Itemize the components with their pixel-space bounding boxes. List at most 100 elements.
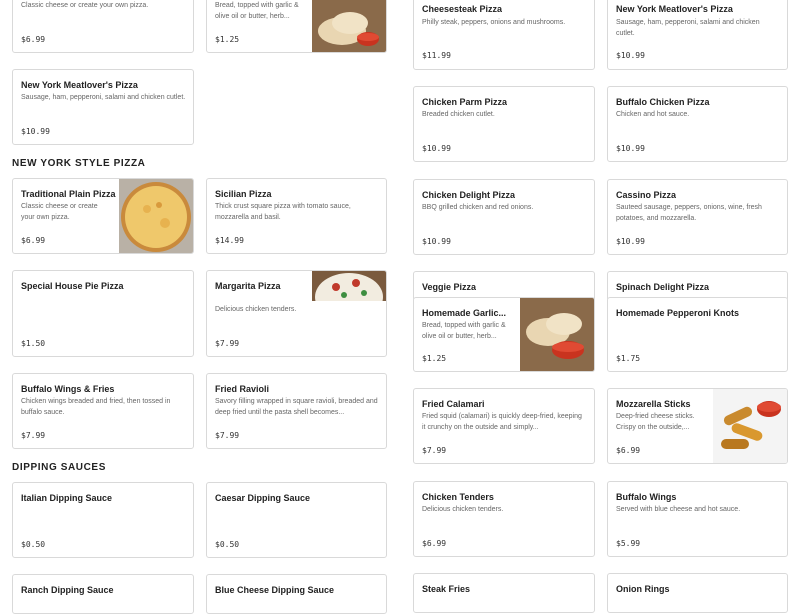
menu-card-garlic-knots[interactable]: Bread, topped with garlic & olive oil or… — [206, 0, 387, 53]
item-name: Veggie Pizza — [422, 282, 477, 292]
item-name: Chicken Parm Pizza — [422, 97, 508, 107]
item-description: Classic cheese or create your own pizza. — [21, 203, 98, 221]
item-description: Bread, topped with garlic & olive oil or… — [422, 322, 506, 340]
menu-card-mozzarella-sticks[interactable]: Mozzarella Sticks Deep-fried cheese stic… — [607, 388, 788, 464]
item-name: Traditional Plain Pizza — [21, 189, 116, 199]
item-name: Chicken Tenders — [422, 492, 494, 502]
item-name: Mozzarella Sticks — [616, 399, 691, 409]
menu-card-onion-rings[interactable]: Onion Rings — [607, 573, 788, 613]
item-name: New York Meatlover's Pizza — [21, 80, 138, 90]
margarita-pizza-photo — [312, 271, 386, 301]
menu-card-new-york-meatlovers-pizza[interactable]: New York Meatlover's Pizza Sausage, ham,… — [12, 69, 194, 145]
item-price: $10.99 — [616, 237, 645, 246]
item-description: Delicious chicken tenders. — [215, 306, 297, 313]
item-name: Buffalo Chicken Pizza — [616, 97, 710, 107]
item-price: $7.99 — [422, 446, 447, 455]
menu-card-chicken-parm-pizza[interactable]: Chicken Parm Pizza Breaded chicken cutle… — [413, 86, 595, 162]
item-name: Ranch Dipping Sauce — [21, 585, 114, 595]
item-description: Classic cheese or create your own pizza. — [21, 2, 149, 9]
item-price: $6.99 — [21, 35, 46, 44]
item-name: Spinach Delight Pizza — [616, 282, 710, 292]
item-price: $0.50 — [21, 540, 46, 549]
item-name: Fried Calamari — [422, 399, 485, 409]
item-name: Caesar Dipping Sauce — [215, 493, 311, 503]
item-description: BBQ grilled chicken and red onions. — [422, 204, 534, 211]
menu-card-fried-ravioli[interactable]: Fried Ravioli Savory filling wrapped in … — [206, 373, 387, 449]
section-title-dipping-sauces: DIPPING SAUCES — [12, 462, 106, 473]
item-name: Sicilian Pizza — [215, 189, 272, 199]
menu-card-buffalo-wings-fries[interactable]: Buffalo Wings & Fries Chicken wings brea… — [12, 373, 194, 449]
item-price: $6.99 — [422, 539, 447, 548]
item-name: Onion Rings — [616, 584, 670, 594]
menu-card-ranch-dipping-sauce[interactable]: Ranch Dipping Sauce — [12, 574, 194, 614]
item-price: $11.99 — [422, 51, 451, 60]
item-description: Sausage, ham, pepperoni, salami and chic… — [21, 94, 186, 101]
item-name: New York Meatlover's Pizza — [616, 4, 733, 14]
menu-card-sicilian-pizza[interactable]: Sicilian Pizza Thick crust square pizza … — [206, 178, 387, 254]
item-description: Sausage, ham, pepperoni, salami and chic… — [616, 19, 760, 37]
menu-card-traditional-plain-pizza[interactable]: Traditional Plain Pizza Classic cheese o… — [12, 178, 194, 254]
garlic-knots-photo — [312, 0, 386, 52]
item-description: Thick crust square pizza with tomato sau… — [215, 203, 351, 221]
menu-card-homemade-pepperoni-knots[interactable]: Homemade Pepperoni Knots $1.75 — [607, 297, 788, 372]
item-price: $1.25 — [215, 35, 240, 44]
item-name: Homemade Garlic... — [422, 308, 507, 318]
item-name: Special House Pie Pizza — [21, 281, 124, 291]
item-price: $1.50 — [21, 339, 46, 348]
menu-card-fried-calamari[interactable]: Fried Calamari Fried squid (calamari) is… — [413, 388, 595, 464]
item-price: $6.99 — [616, 446, 641, 455]
item-price: $10.99 — [616, 144, 645, 153]
plain-pizza-photo — [119, 179, 193, 253]
item-name: Cassino Pizza — [616, 190, 677, 200]
item-price: $14.99 — [215, 236, 244, 245]
item-description: Served with blue cheese and hot sauce. — [616, 506, 741, 513]
item-price: $10.99 — [422, 237, 451, 246]
item-price: $10.99 — [616, 51, 645, 60]
menu-card-plain-pizza[interactable]: Classic cheese or create your own pizza.… — [12, 0, 194, 53]
garlic-knots-photo — [520, 298, 594, 371]
section-title-new-york-style: NEW YORK STYLE PIZZA — [12, 158, 146, 169]
item-name: Italian Dipping Sauce — [21, 493, 113, 503]
item-price: $1.75 — [616, 354, 641, 363]
menu-card-blue-cheese-dipping-sauce[interactable]: Blue Cheese Dipping Sauce — [206, 574, 387, 614]
menu-card-caesar-dipping-sauce[interactable]: Caesar Dipping Sauce $0.50 — [206, 482, 387, 558]
menu-card-buffalo-wings[interactable]: Buffalo Wings Served with blue cheese an… — [607, 481, 788, 557]
item-price: $10.99 — [422, 144, 451, 153]
item-description: Breaded chicken cutlet. — [422, 111, 495, 118]
item-price: $0.50 — [215, 540, 240, 549]
item-price: $7.99 — [215, 339, 240, 348]
menu-card-special-house-pie-pizza[interactable]: Special House Pie Pizza $1.50 — [12, 270, 194, 357]
item-description: Deep-fried cheese sticks. Crispy on the … — [616, 413, 695, 431]
item-name: Homemade Pepperoni Knots — [616, 308, 740, 318]
item-description: Bread, topped with garlic & olive oil or… — [215, 2, 299, 20]
item-name: Steak Fries — [422, 584, 471, 594]
menu-card-chicken-tenders[interactable]: Chicken Tenders Delicious chicken tender… — [413, 481, 595, 557]
item-name: Blue Cheese Dipping Sauce — [215, 585, 335, 595]
item-description: Chicken wings breaded and fried, then to… — [21, 398, 171, 416]
item-description: Chicken and hot sauce. — [616, 111, 690, 118]
item-description: Fried squid (calamari) is quickly deep-f… — [422, 413, 582, 431]
item-name: Buffalo Wings — [616, 492, 677, 502]
item-name: Chicken Delight Pizza — [422, 190, 516, 200]
menu-card-steak-fries[interactable]: Steak Fries — [413, 573, 595, 613]
item-name: Fried Ravioli — [215, 384, 270, 394]
item-price: $1.25 — [422, 354, 447, 363]
mozzarella-sticks-photo — [713, 389, 787, 463]
menu-card-italian-dipping-sauce[interactable]: Italian Dipping Sauce $0.50 — [12, 482, 194, 558]
item-description: Sauteed sausage, peppers, onions, wine, … — [616, 204, 762, 222]
menu-card-buffalo-chicken-pizza[interactable]: Buffalo Chicken Pizza Chicken and hot sa… — [607, 86, 788, 162]
menu-card-cassino-pizza[interactable]: Cassino Pizza Sauteed sausage, peppers, … — [607, 179, 788, 255]
item-description: Philly steak, peppers, onions and mushro… — [422, 19, 566, 26]
item-price: $10.99 — [21, 127, 50, 136]
menu-card-new-york-meatlovers-pizza[interactable]: New York Meatlover's Pizza Sausage, ham,… — [607, 0, 788, 70]
item-name: Cheesesteak Pizza — [422, 4, 503, 14]
menu-card-cheesesteak-pizza[interactable]: Cheesesteak Pizza Philly steak, peppers,… — [413, 0, 595, 70]
menu-card-chicken-delight-pizza[interactable]: Chicken Delight Pizza BBQ grilled chicke… — [413, 179, 595, 255]
item-price: $7.99 — [215, 431, 240, 440]
item-price: $7.99 — [21, 431, 46, 440]
item-name: Margarita Pizza — [215, 281, 281, 291]
menu-card-homemade-garlic-knots[interactable]: Homemade Garlic... Bread, topped with ga… — [413, 297, 595, 372]
menu-card-margarita-pizza[interactable]: Margarita Pizza Delicious chicken tender… — [206, 270, 387, 357]
item-name: Buffalo Wings & Fries — [21, 384, 115, 394]
item-price: $5.99 — [616, 539, 641, 548]
